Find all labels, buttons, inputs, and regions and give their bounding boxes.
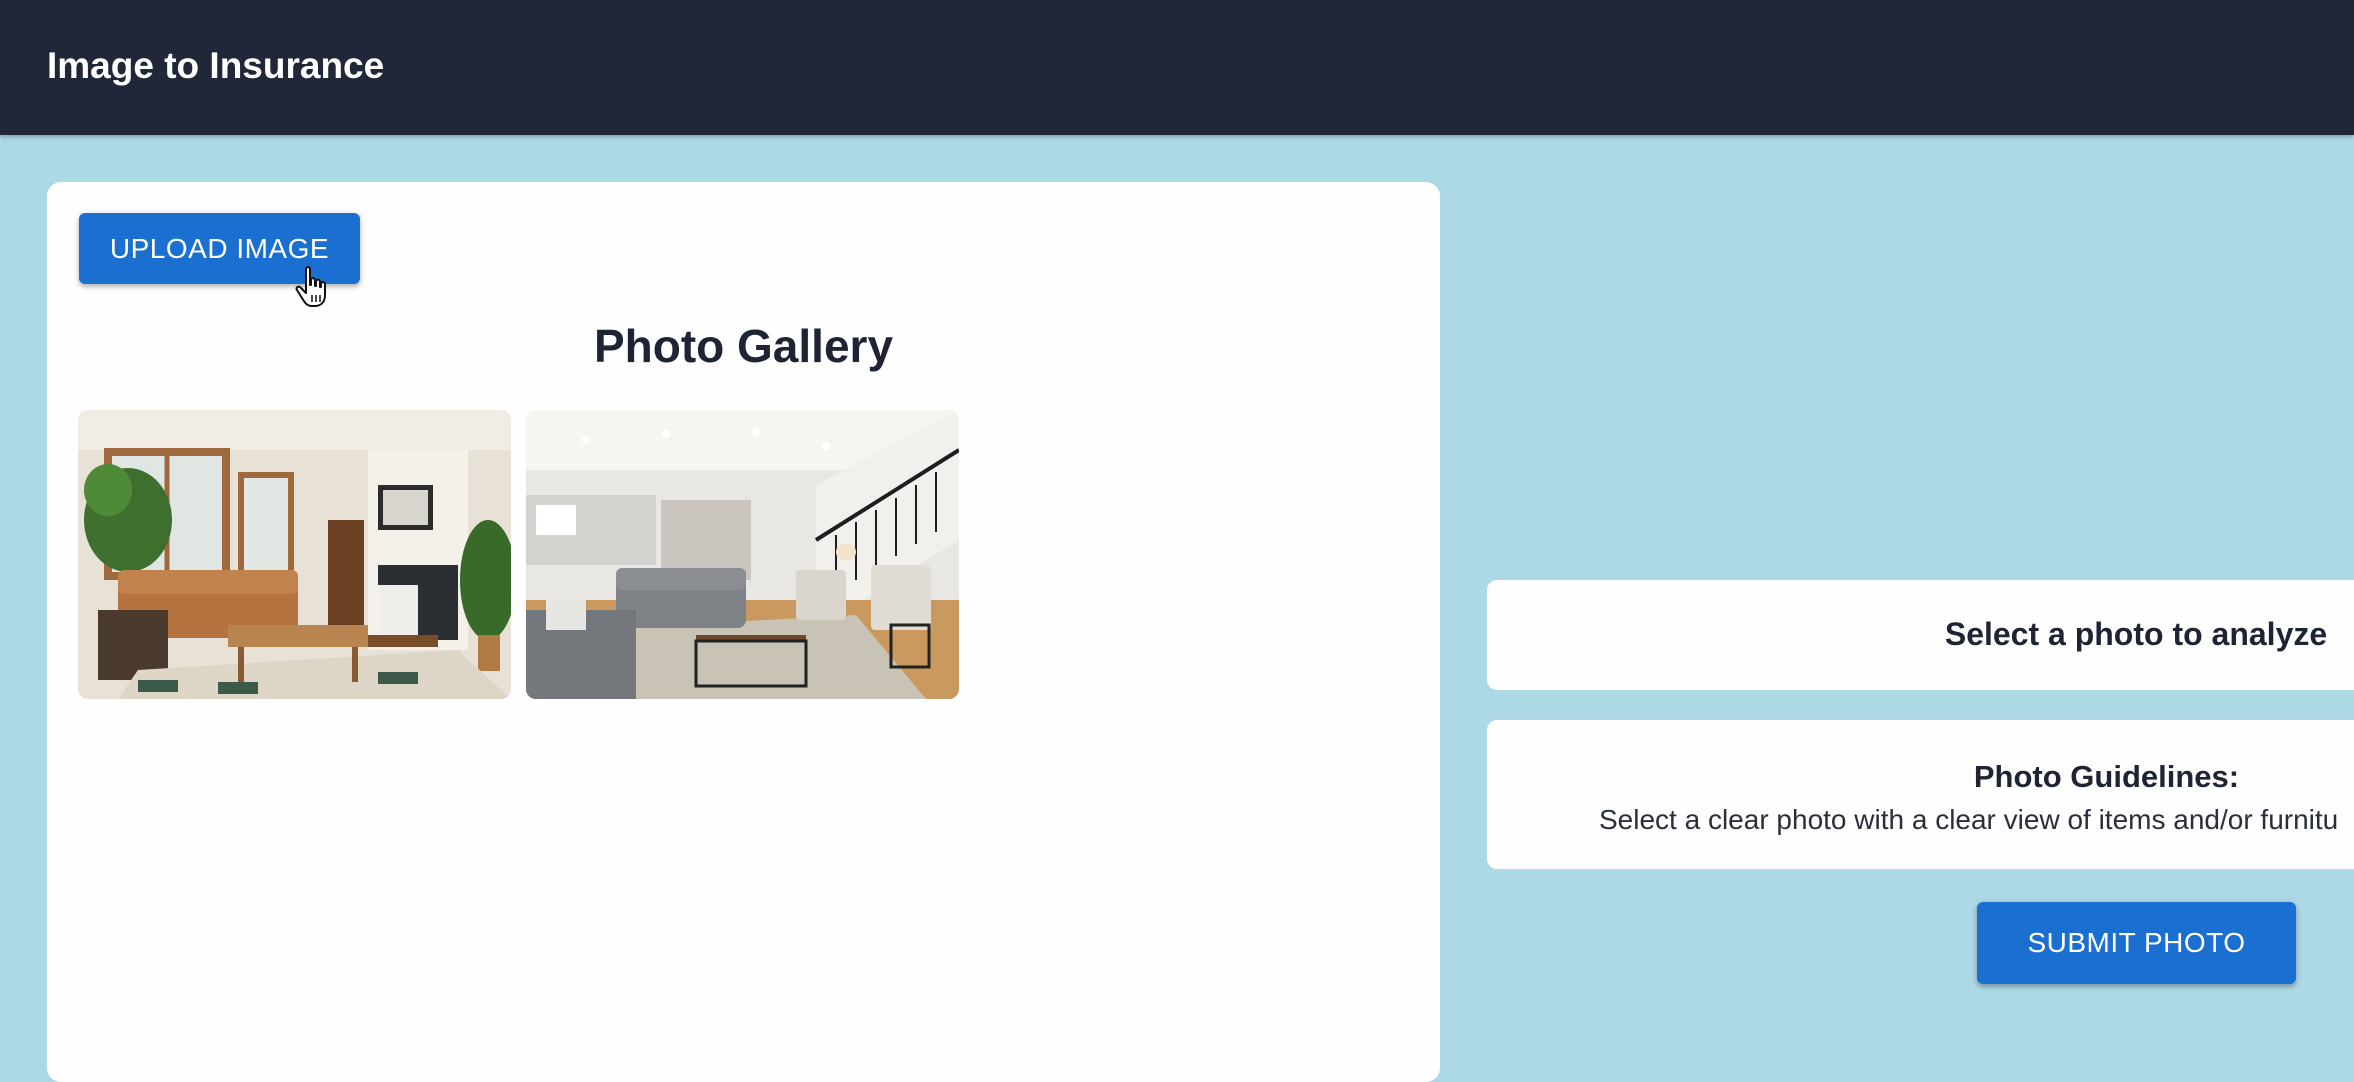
app-title: Image to Insurance <box>47 45 385 86</box>
guidelines-text: Select a clear photo with a clear view o… <box>1599 804 2339 835</box>
submit-photo-button[interactable]: SUBMIT PHOTO <box>1977 902 2296 984</box>
gallery-photo-2[interactable] <box>526 410 959 699</box>
analysis-prompt: Select a photo to analyze <box>1944 616 2328 652</box>
gallery-title: Photo Gallery <box>593 320 894 372</box>
app-header: Image to Insurance <box>0 0 2354 135</box>
living-room-image <box>78 410 511 699</box>
living-room-image <box>526 410 959 699</box>
guidelines-title: Photo Guidelines: <box>1973 759 2240 794</box>
hand-pointer-icon <box>295 266 326 307</box>
gallery-photo-1[interactable] <box>78 410 511 699</box>
